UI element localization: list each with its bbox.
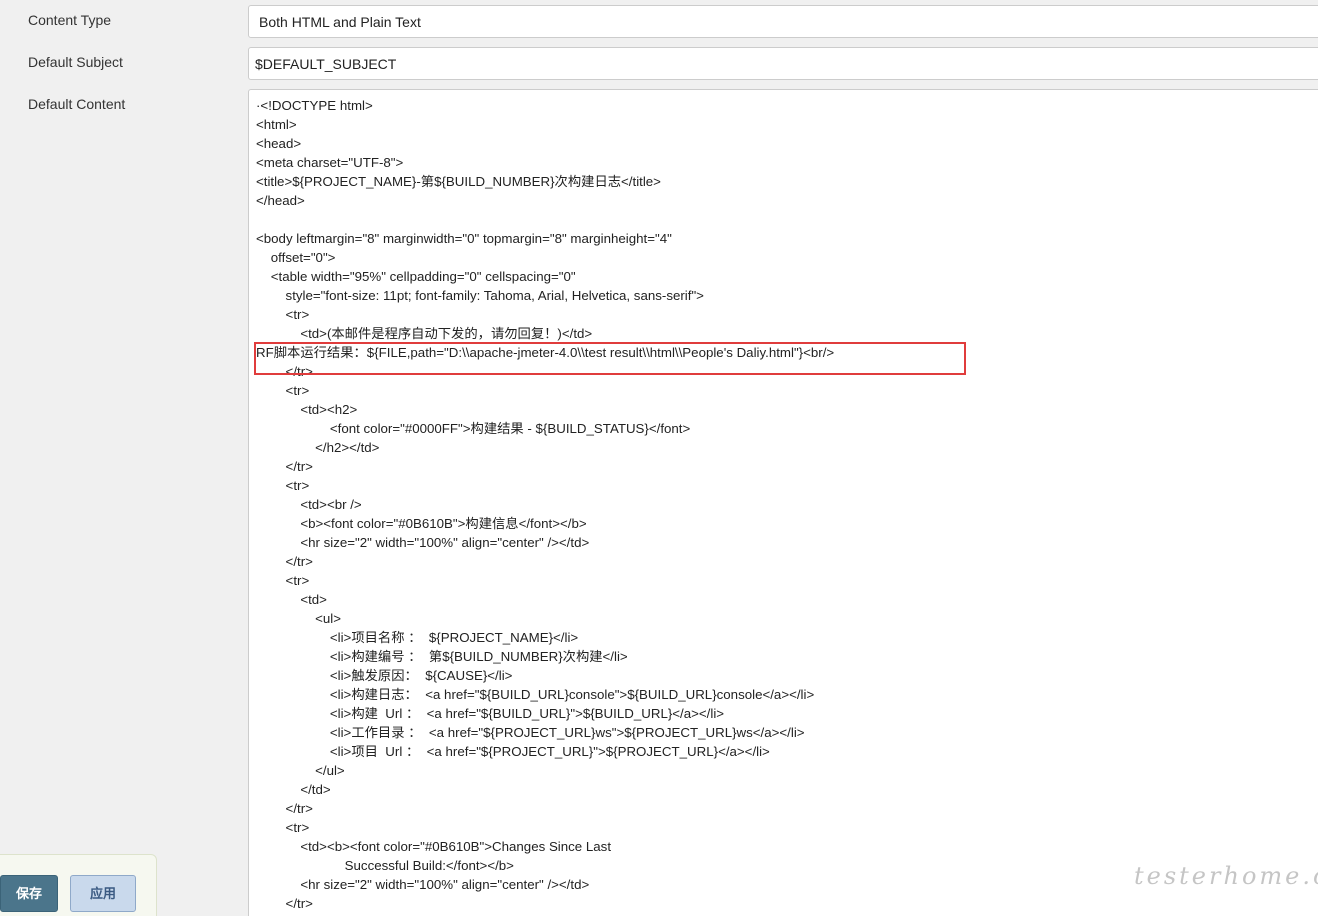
code-line: <li>项目 Url ： <a href="${PROJECT_URL}">${… — [256, 744, 770, 759]
code-line: </h2></td> — [256, 440, 380, 455]
code-line: <tr> — [256, 820, 310, 835]
save-button[interactable]: 保存 — [0, 875, 58, 912]
content-type-select[interactable]: Both HTML and Plain Text — [248, 5, 1318, 38]
job-config-page: Content Type Both HTML and Plain Text De… — [0, 0, 1318, 916]
default-content-label: Default Content — [28, 96, 126, 112]
code-line: <td><h2> — [256, 402, 358, 417]
code-line: </tr> — [256, 801, 313, 816]
code-line: <li>构建编号 ： 第${BUILD_NUMBER}次构建</li> — [256, 649, 628, 664]
code-line: <title>${PROJECT_NAME}-第${BUILD_NUMBER}次… — [256, 174, 661, 189]
watermark: testerhome.com — [1134, 862, 1318, 890]
code-line: <html> — [256, 117, 297, 132]
code-line: <meta charset="UTF-8"> — [256, 155, 404, 170]
code-line: <td>(本邮件是程序自动下发的，请勿回复！)</td> — [256, 326, 593, 341]
code-line: </tr> — [256, 896, 313, 911]
code-line: <td><br /> — [256, 497, 362, 512]
code-line: <head> — [256, 136, 302, 151]
code-line: <li>项目名称 ： ${PROJECT_NAME}</li> — [256, 630, 579, 645]
code-line: <li>构建 Url ： <a href="${BUILD_URL}">${BU… — [256, 706, 725, 721]
code-line: <td> — [256, 592, 327, 607]
code-line: <body leftmargin="8" marginwidth="0" top… — [256, 231, 672, 246]
code-line: <td><b><font color="#0B610B">Changes Sin… — [256, 839, 612, 854]
code-line: style="font-size: 11pt; font-family: Tah… — [256, 288, 704, 303]
code-line: <tr> — [256, 307, 310, 322]
code-line: <font color="#0000FF">构建结果 - ${BUILD_STA… — [256, 421, 691, 436]
code-line: </tr> — [256, 459, 313, 474]
default-content-textarea[interactable]: ·<!DOCTYPE html> <html> <head> <meta charse… — [248, 89, 1318, 916]
code-line: <b><font color="#0B610B">构建信息</font></b> — [256, 516, 587, 531]
code-line: ·<!DOCTYPE html> — [256, 98, 373, 113]
code-line: </tr> — [256, 364, 313, 379]
code-line: <li>触发原因： ${CAUSE}</li> — [256, 668, 513, 683]
code-line: <hr size="2" width="100%" align="center"… — [256, 535, 590, 550]
code-line: offset="0"> — [256, 250, 336, 265]
code-line: <table width="95%" cellpadding="0" cells… — [256, 269, 576, 284]
code-line: <tr> — [256, 383, 310, 398]
code-line: <tr> — [256, 478, 310, 493]
code-line: <ul> — [256, 611, 341, 626]
code-line: </tr> — [256, 554, 313, 569]
code-line: <tr> — [256, 573, 310, 588]
code-line: </head> — [256, 193, 305, 208]
apply-button[interactable]: 应用 — [70, 875, 136, 912]
code-line: </td> — [256, 782, 331, 797]
code-line: <li>构建日志： <a href="${BUILD_URL}console">… — [256, 687, 815, 702]
code-line: RF脚本运行结果：${FILE,path="D:\\apache-jmeter-… — [256, 345, 835, 360]
code-line: <li>工作目录 ： <a href="${PROJECT_URL}ws">${… — [256, 725, 805, 740]
code-line: </ul> — [256, 763, 345, 778]
content-type-label: Content Type — [28, 12, 112, 28]
default-subject-input[interactable]: $DEFAULT_SUBJECT — [248, 47, 1318, 80]
default-subject-label: Default Subject — [28, 54, 123, 70]
